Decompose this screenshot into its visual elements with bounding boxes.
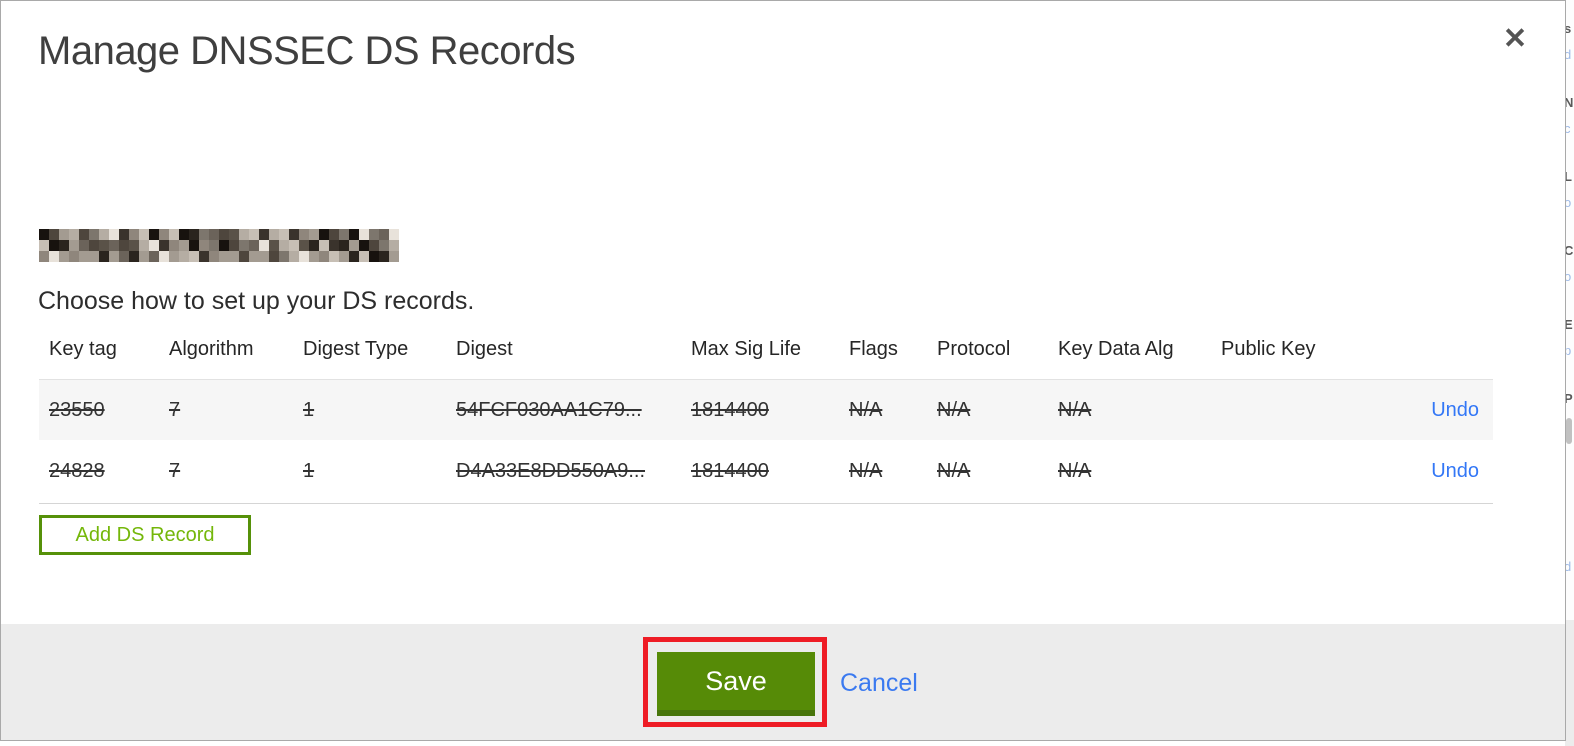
col-header-flags: Flags [849,337,898,360]
col-header-key-data-alg: Key Data Alg [1058,337,1174,360]
background-page-strip: sdNcLoCoEpPd [1565,0,1574,746]
col-header-digest: Digest [456,337,513,360]
background-text-fragment: L [1565,169,1572,184]
col-header-max-sig-life: Max Sig Life [691,337,802,360]
domain-name-redacted [39,229,399,262]
background-text-fragment: E [1565,317,1573,332]
cell-action: Undo [1361,399,1493,422]
col-header-key-tag: Key tag [49,337,117,360]
col-header-public-key: Public Key [1221,337,1316,360]
cell-key-tag: 24828 [49,460,105,482]
table-header: Key tag Algorithm Digest Type Digest Max… [49,335,1485,363]
cell-algorithm: 7 [169,398,181,421]
cancel-link[interactable]: Cancel [840,669,918,698]
cell-protocol: N/A [937,460,971,482]
undo-link[interactable]: Undo [1431,460,1479,482]
cell-key-data-alg: N/A [1058,398,1092,421]
col-header-algorithm: Algorithm [169,337,254,360]
scrollbar-thumb [1566,418,1572,444]
screen: sdNcLoCoEpPd Manage DNSSEC DS Records ✕ … [0,0,1574,746]
intro-text: Choose how to set up your DS records. [38,287,475,315]
add-ds-record-button[interactable]: Add DS Record [39,515,251,555]
col-header-protocol: Protocol [937,337,1011,360]
cell-max-sig-life: 1814400 [691,460,769,482]
cell-digest: 54FCF030AA1C79... [456,398,642,421]
cell-key-tag: 23550 [49,398,105,421]
cell-max-sig-life: 1814400 [691,398,769,421]
cell-digest-type: 1 [303,398,315,421]
table-row: 24828 7 1 D4A33E8DD550A9... 1814400 N/A … [39,440,1493,504]
background-text-fragment: C [1565,243,1574,258]
cell-digest-type: 1 [303,460,315,482]
background-text-fragment: N [1565,95,1574,110]
table-row: 23550 7 1 54FCF030AA1C79... 1814400 N/A … [39,379,1493,440]
modal-title: Manage DNSSEC DS Records [38,29,576,73]
cell-action: Undo [1361,460,1493,483]
background-text-fragment: P [1565,391,1573,406]
dnssec-modal: Manage DNSSEC DS Records ✕ Choose how to… [0,0,1566,741]
cell-flags: N/A [849,460,883,482]
col-header-digest-type: Digest Type [303,337,409,360]
cell-key-data-alg: N/A [1058,460,1092,482]
close-icon[interactable]: ✕ [1495,19,1535,59]
cell-digest: D4A33E8DD550A9... [456,460,646,482]
undo-link[interactable]: Undo [1431,399,1479,421]
modal-footer: Save Cancel [1,624,1565,740]
save-button[interactable]: Save [657,652,815,716]
cell-protocol: N/A [937,398,971,421]
annotation-highlight-box: Save [643,637,827,727]
cell-algorithm: 7 [169,460,181,482]
background-footer-strip [1565,620,1574,746]
cell-flags: N/A [849,398,883,421]
